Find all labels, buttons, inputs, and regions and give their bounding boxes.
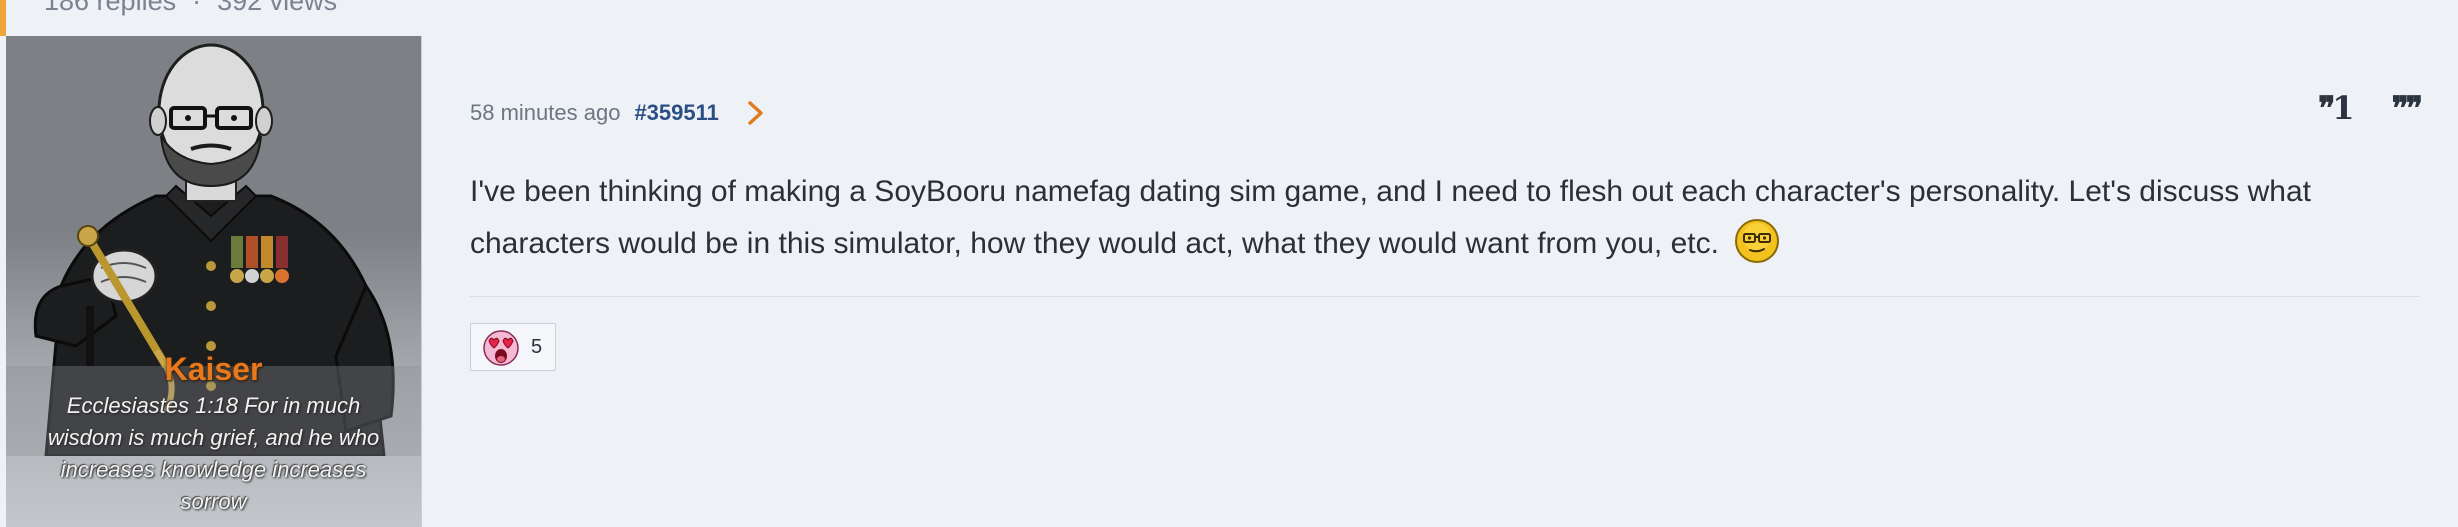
chevron-right-icon[interactable] [745,100,767,126]
reply-count: 186 replies [44,0,177,16]
nerd-smiley-icon [1735,219,1780,264]
post-number-link[interactable]: #359511 [634,100,718,126]
stats-separator: · [192,0,202,16]
view-count: 392 views [217,0,338,16]
reaction-button[interactable]: 5 [470,323,556,371]
post-main: 58 minutes ago #359511 ❞1 ❞❞ I've been t… [470,36,2423,527]
heart-eyes-soyjak-icon [483,330,519,366]
thread-stats-text: 186 replies · 392 views [44,0,337,17]
thread-stats-bar: 186 replies · 392 views [0,0,2458,37]
post-meta: 58 minutes ago #359511 [470,93,767,133]
reaction-count: 5 [531,335,543,358]
quote-post-button[interactable]: ❞1 [2318,88,2355,128]
username[interactable]: Kaiser [6,351,421,388]
post-content: I've been thinking of making a SoyBooru … [470,166,2420,270]
post-text: I've been thinking of making a SoyBooru … [470,175,2312,260]
user-card: Kaiser Ecclesiastes 1:18 For in much wis… [6,36,422,527]
post-actions: ❞1 ❞❞ [2318,88,2423,128]
post-timestamp[interactable]: 58 minutes ago [470,100,620,126]
post: Kaiser Ecclesiastes 1:18 For in much wis… [0,36,2458,527]
post-divider [470,296,2420,297]
user-title: Ecclesiastes 1:18 For in much wisdom is … [47,393,380,514]
quote-reply-button[interactable]: ❞❞ [2392,88,2423,128]
